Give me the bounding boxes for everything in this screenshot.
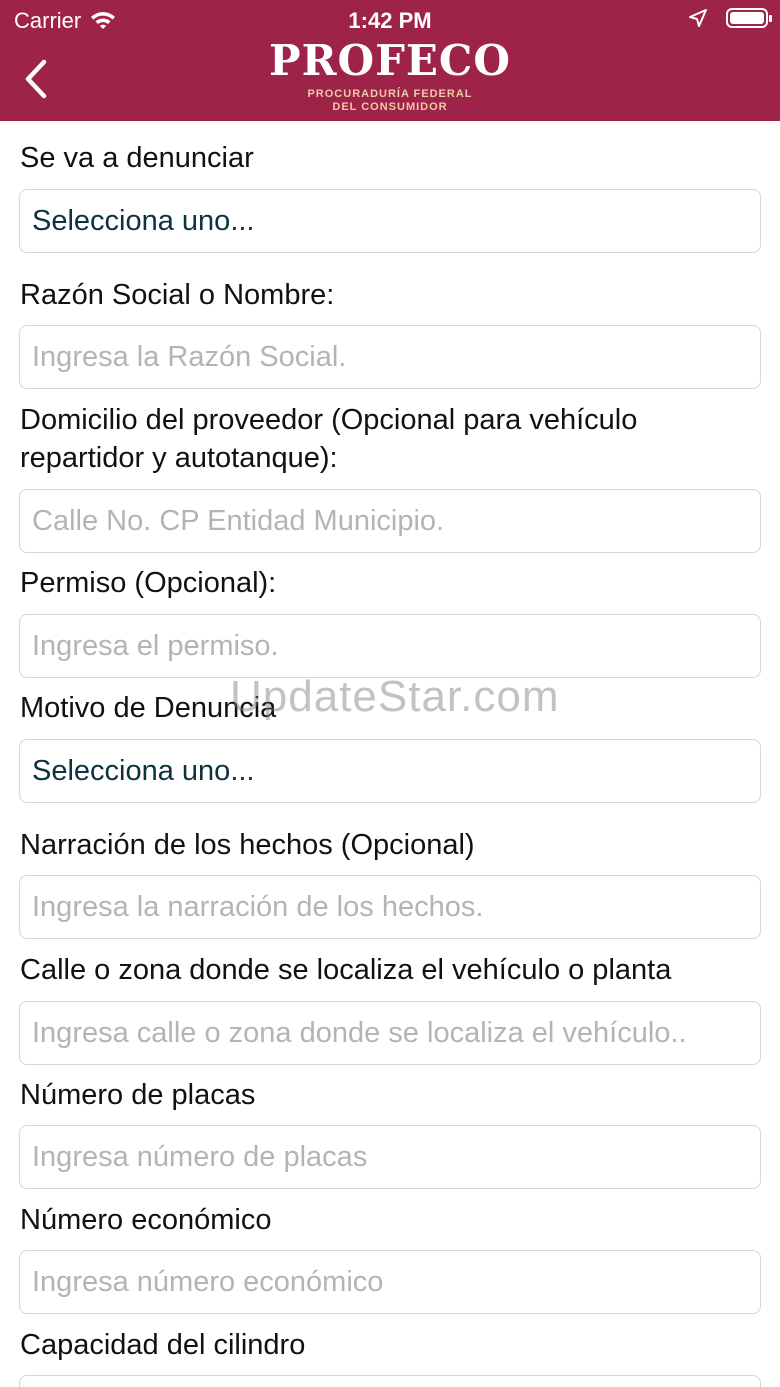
label-se-va-a-denunciar: Se va a denunciar bbox=[20, 142, 254, 174]
input-calle-zona[interactable]: Ingresa calle o zona donde se localiza e… bbox=[19, 1001, 761, 1065]
label-narracion: Narración de los hechos (Opcional) bbox=[20, 829, 475, 861]
select-se-va-a-denunciar[interactable]: Selecciona uno... bbox=[19, 189, 761, 253]
input-capacidad-cilindro[interactable] bbox=[19, 1375, 761, 1387]
label-numero-economico: Número económico bbox=[20, 1204, 272, 1236]
status-bar: Carrier 1:42 PM bbox=[0, 0, 780, 40]
input-razon-social[interactable]: Ingresa la Razón Social. bbox=[19, 325, 761, 389]
label-calle-zona: Calle o zona donde se localiza el vehícu… bbox=[20, 954, 672, 986]
location-arrow-icon bbox=[689, 9, 707, 27]
logo-subtitle-line2: DEL CONSUMIDOR bbox=[332, 101, 448, 113]
input-narracion[interactable]: Ingresa la narración de los hechos. bbox=[19, 875, 761, 939]
label-razon-social: Razón Social o Nombre: bbox=[20, 279, 335, 311]
logo-brand: PROFECO bbox=[269, 36, 511, 85]
input-permiso[interactable]: Ingresa el permiso. bbox=[19, 614, 761, 678]
logo-subtitle-line1: PROCURADURÍA FEDERAL bbox=[307, 88, 473, 100]
status-time: 1:42 PM bbox=[348, 8, 432, 33]
select-motivo[interactable]: Selecciona uno... bbox=[19, 739, 761, 803]
label-motivo: Motivo de Denuncia bbox=[20, 692, 277, 724]
input-placas[interactable]: Ingresa número de placas bbox=[19, 1125, 761, 1189]
battery-icon bbox=[726, 8, 772, 28]
input-numero-economico[interactable]: Ingresa número económico bbox=[19, 1250, 761, 1314]
profeco-logo: PROFECO PROCURADURÍA FEDERAL DEL CONSUMI… bbox=[0, 40, 780, 113]
status-right bbox=[688, 8, 772, 28]
app-header: Carrier 1:42 PM PROFECO PROCURADURÍA FED… bbox=[0, 0, 780, 121]
label-domicilio-line1: Domicilio del proveedor (Opcional para v… bbox=[20, 404, 638, 436]
label-capacidad-cilindro: Capacidad del cilindro bbox=[20, 1329, 306, 1361]
label-permiso: Permiso (Opcional): bbox=[20, 567, 277, 599]
label-domicilio-line2: repartidor y autotanque): bbox=[20, 442, 338, 474]
input-domicilio[interactable]: Calle No. CP Entidad Municipio. bbox=[19, 489, 761, 553]
label-placas: Número de placas bbox=[20, 1079, 256, 1111]
complaint-form: Se va a denunciar Selecciona uno... Razó… bbox=[0, 121, 780, 1387]
